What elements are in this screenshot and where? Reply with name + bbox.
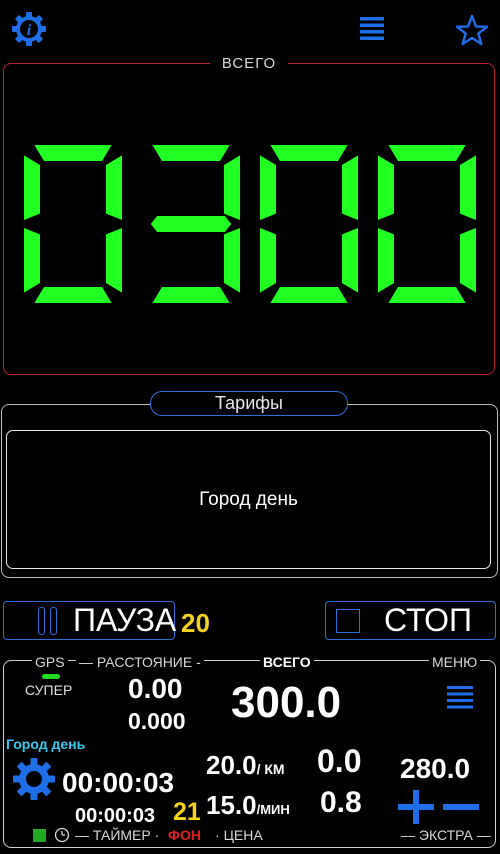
- current-tariff-label: Город день: [6, 736, 86, 752]
- stop-icon: [336, 608, 360, 633]
- clock-icon: [54, 827, 70, 843]
- total-panel: ВСЕГО: [3, 55, 495, 375]
- pause-count: 20: [181, 608, 210, 638]
- timer-count: 21: [173, 798, 201, 826]
- background-label[interactable]: ФОН: [165, 827, 204, 843]
- timer-sub: 00:00:03: [75, 805, 156, 827]
- segment-g: [150, 216, 232, 232]
- distance-value: 0.00: [128, 673, 183, 704]
- total-label: ВСЕГО: [260, 654, 314, 670]
- segment-d: [34, 287, 112, 303]
- distance-value-precise: 0.000: [128, 708, 186, 734]
- segment-a: [388, 145, 466, 161]
- segment-c: [224, 228, 240, 293]
- segment-e: [260, 228, 276, 293]
- timer-label: — ТАЙМЕР ·: [72, 827, 163, 843]
- extra-value: 280.0: [400, 753, 471, 784]
- gear-icon[interactable]: [12, 757, 56, 801]
- stop-label: СТОП: [384, 602, 473, 638]
- segment-f: [378, 155, 394, 220]
- menu-list-icon[interactable]: [360, 16, 384, 44]
- background-toggle-square[interactable]: [33, 829, 46, 842]
- minus-icon[interactable]: [443, 790, 479, 824]
- total-seven-segment-display: [24, 145, 476, 303]
- gps-indicator: [42, 674, 60, 679]
- tariffs-tab[interactable]: Тарифы: [150, 391, 348, 416]
- svg-text:i: i: [27, 22, 32, 39]
- plus-icon[interactable]: [398, 790, 434, 824]
- segment-b: [342, 155, 358, 220]
- segment-a: [152, 145, 230, 161]
- segment-a: [270, 145, 348, 161]
- segment-d: [270, 287, 348, 303]
- stop-button[interactable]: СТОП: [325, 601, 496, 640]
- gps-label: GPS: [32, 654, 68, 670]
- pause-button[interactable]: ПАУЗА: [3, 601, 177, 640]
- distance-label: — РАССТОЯНИЕ -: [76, 654, 204, 670]
- total-value: 300.0: [231, 678, 342, 727]
- extra-label: — ЭКСТРА —: [398, 827, 494, 843]
- segment-e: [378, 228, 394, 293]
- timer-main: 00:00:03: [62, 767, 175, 798]
- min-total: 0.8: [320, 786, 362, 819]
- segment-d: [388, 287, 466, 303]
- segment-b: [460, 155, 476, 220]
- segment-b: [224, 155, 240, 220]
- info-settings-icon[interactable]: i: [11, 11, 47, 47]
- menu-list-icon-small[interactable]: [447, 685, 473, 711]
- tariff-selector[interactable]: Город день: [6, 430, 491, 569]
- menu-label[interactable]: МЕНЮ: [429, 654, 481, 670]
- price-per-km: 20.0/ КМ: [206, 750, 285, 780]
- price-label: · ЦЕНА: [212, 827, 266, 843]
- km-total: 0.0: [317, 743, 362, 779]
- segment-e: [24, 228, 40, 293]
- price-per-min: 15.0/МИН: [206, 790, 290, 820]
- segment-b: [106, 155, 122, 220]
- pause-label: ПАУЗА: [73, 602, 177, 638]
- star-icon[interactable]: [455, 14, 489, 46]
- segment-d: [152, 287, 230, 303]
- segment-a: [34, 145, 112, 161]
- segment-c: [460, 228, 476, 293]
- segment-f: [260, 155, 276, 220]
- total-title: ВСЕГО: [209, 55, 289, 72]
- tariff-name: Город день: [199, 488, 298, 510]
- super-label: СУПЕР: [25, 682, 73, 698]
- segment-c: [342, 228, 358, 293]
- pause-icon: [38, 606, 57, 635]
- segment-f: [24, 155, 40, 220]
- segment-c: [106, 228, 122, 293]
